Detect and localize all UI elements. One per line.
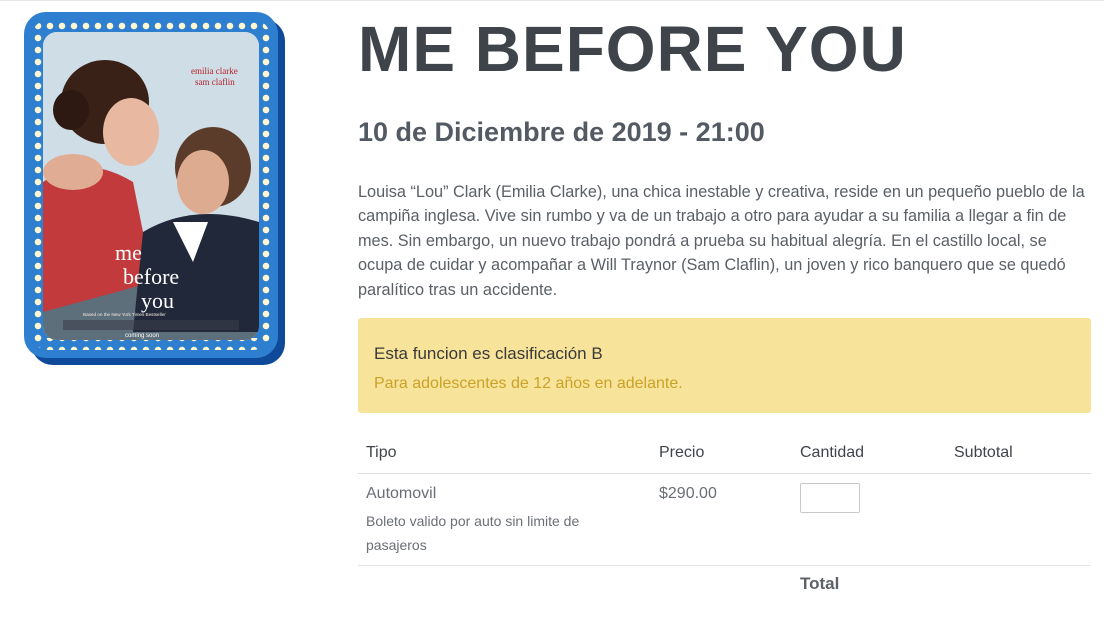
poster-footer: coming soon [125, 333, 159, 339]
ticket-price: $290.00 [651, 473, 792, 566]
movie-poster: emilia clarke sam claflin me before you … [43, 32, 259, 340]
header-subtotal: Subtotal [946, 432, 1091, 474]
rating-alert-description: Para adolescentes de 12 años en adelante… [374, 375, 683, 392]
ticket-quantity-cell [792, 473, 946, 566]
ticket-description: Boleto valido por auto sin limite de pas… [366, 513, 580, 553]
quantity-input[interactable] [800, 483, 860, 513]
top-divider [0, 0, 1104, 1]
header-quantity: Cantidad [792, 432, 946, 474]
poster-title-line-3: you [141, 288, 174, 313]
ticket-table: Tipo Precio Cantidad Subtotal Automovil … [358, 432, 1091, 566]
poster-actor-2: sam claflin [195, 77, 235, 87]
poster-tagline: Based on the New York Times Bestseller [83, 312, 166, 317]
total-label: Total [800, 574, 840, 593]
movie-title: ME BEFORE YOU [358, 13, 907, 85]
poster-actor-1: emilia clarke [191, 66, 238, 76]
header-type: Tipo [358, 432, 651, 474]
rating-alert-title: Esta funcion es clasificación B [374, 344, 603, 363]
showtime: 10 de Diciembre de 2019 - 21:00 [358, 117, 765, 147]
movie-synopsis: Louisa “Lou” Clark (Emilia Clarke), una … [358, 183, 1085, 299]
table-row: Automovil Boleto valido por auto sin lim… [358, 473, 1091, 566]
rating-alert: Esta funcion es clasificación B Para ado… [358, 318, 1091, 413]
poster-title-line-2: before [123, 264, 179, 289]
header-price: Precio [651, 432, 792, 474]
ticket-name: Automovil [366, 485, 437, 502]
movie-poster-frame: emilia clarke sam claflin me before you … [24, 12, 278, 358]
ticket-type-cell: Automovil Boleto valido por auto sin lim… [358, 473, 651, 566]
poster-title-line-1: me [115, 240, 142, 265]
ticket-table-header: Tipo Precio Cantidad Subtotal [358, 432, 1091, 474]
ticket-subtotal [946, 473, 1091, 566]
